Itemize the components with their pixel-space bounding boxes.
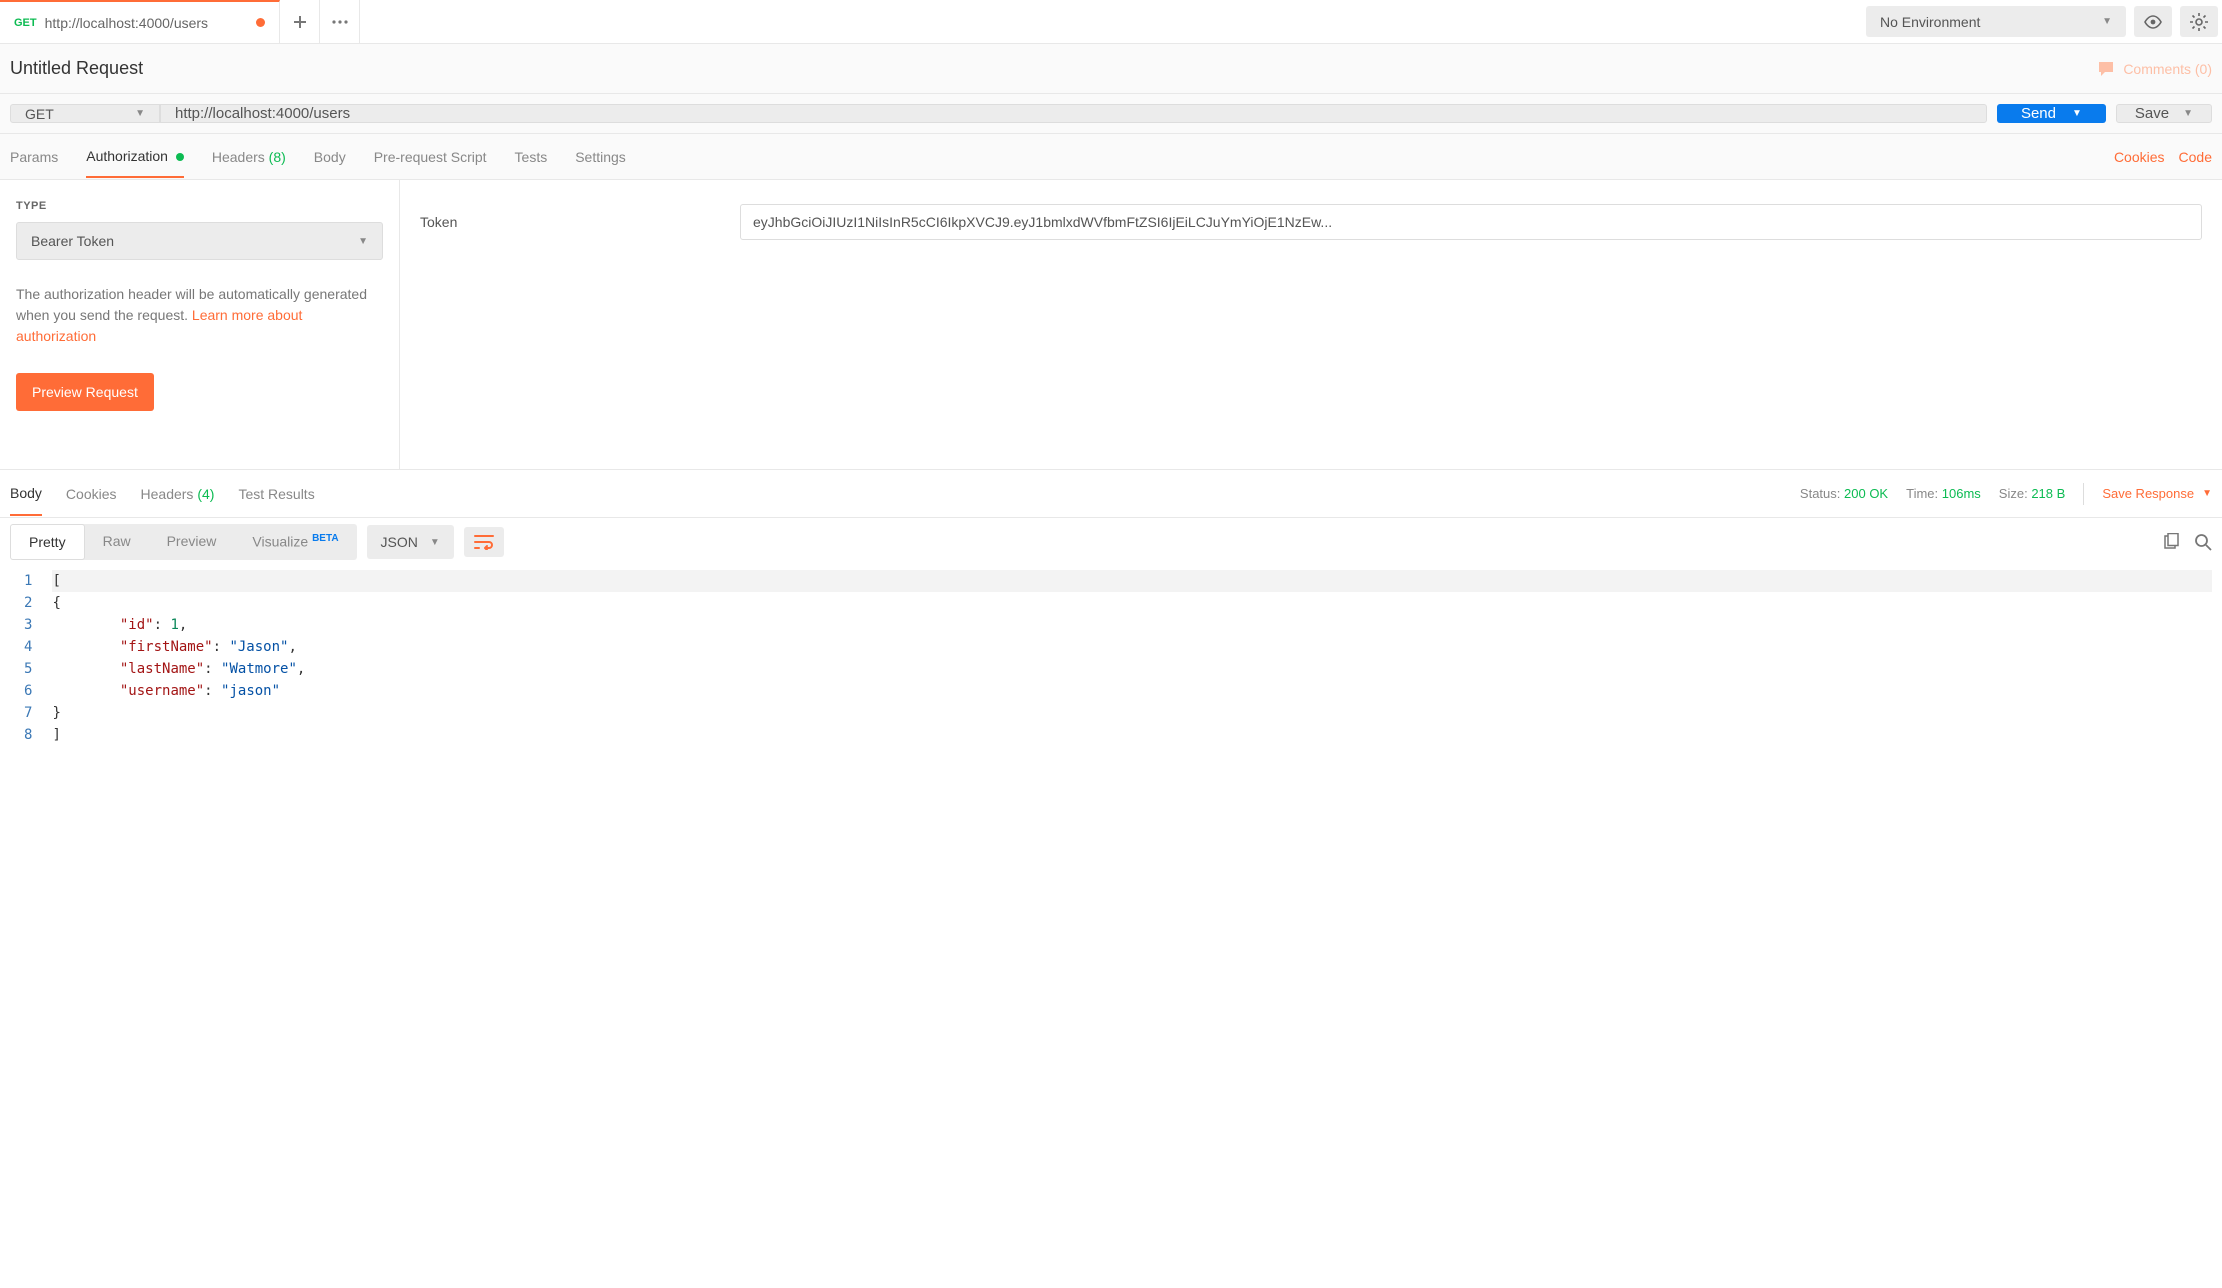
environment-select[interactable]: No Environment ▼ bbox=[1866, 6, 2126, 37]
chevron-down-icon: ▼ bbox=[2202, 488, 2212, 499]
time-value: 106ms bbox=[1942, 486, 1981, 501]
request-title: Untitled Request bbox=[10, 58, 143, 79]
chevron-down-icon: ▼ bbox=[358, 236, 368, 247]
tab-tests[interactable]: Tests bbox=[515, 137, 548, 177]
comments-button[interactable]: Comments (0) bbox=[2097, 60, 2212, 78]
gear-icon bbox=[2189, 12, 2209, 32]
auth-description: The authorization header will be automat… bbox=[16, 284, 383, 347]
response-tabs: Body Cookies Headers (4) Test Results St… bbox=[0, 470, 2222, 518]
tab-body[interactable]: Body bbox=[314, 137, 346, 177]
response-body[interactable]: 1 2 3 4 5 6 7 8 [ { "id": 1, "firstName"… bbox=[0, 566, 2222, 750]
body-format-select[interactable]: JSON ▼ bbox=[367, 525, 454, 559]
method-select[interactable]: GET ▼ bbox=[10, 104, 160, 123]
environment-label: No Environment bbox=[1880, 14, 1980, 30]
chevron-down-icon: ▼ bbox=[135, 108, 145, 119]
search-icon bbox=[2194, 533, 2212, 551]
view-tab-raw[interactable]: Raw bbox=[85, 524, 149, 560]
status-value: 200 OK bbox=[1844, 486, 1888, 501]
tab-prerequest[interactable]: Pre-request Script bbox=[374, 137, 487, 177]
token-input[interactable]: eyJhbGciOiJIUzI1NiIsInR5cCI6IkpXVCJ9.eyJ… bbox=[740, 204, 2202, 240]
settings-button[interactable] bbox=[2180, 6, 2218, 37]
request-tabs: Params Authorization Headers (8) Body Pr… bbox=[0, 134, 2222, 180]
auth-panel: TYPE Bearer Token ▼ The authorization he… bbox=[0, 180, 2222, 470]
resp-tab-cookies[interactable]: Cookies bbox=[66, 473, 117, 515]
ellipsis-icon bbox=[331, 14, 349, 30]
send-button[interactable]: Send ▼ bbox=[1997, 104, 2106, 123]
send-label: Send bbox=[2021, 105, 2056, 122]
method-value: GET bbox=[25, 106, 54, 122]
preview-request-button[interactable]: Preview Request bbox=[16, 373, 154, 411]
view-tab-visualize[interactable]: Visualize BETA bbox=[234, 524, 356, 560]
comments-label: Comments (0) bbox=[2123, 61, 2212, 77]
auth-type-label: TYPE bbox=[16, 200, 383, 212]
tab-params[interactable]: Params bbox=[10, 137, 58, 177]
copy-icon bbox=[2162, 533, 2180, 551]
chevron-down-icon: ▼ bbox=[2183, 108, 2193, 119]
top-tab-bar: GET http://localhost:4000/users No Envir… bbox=[0, 0, 2222, 44]
search-button[interactable] bbox=[2194, 533, 2212, 551]
save-response-button[interactable]: Save Response ▼ bbox=[2102, 486, 2212, 501]
save-label: Save bbox=[2135, 105, 2169, 122]
chevron-down-icon: ▼ bbox=[2072, 108, 2082, 119]
cookies-link[interactable]: Cookies bbox=[2114, 149, 2165, 165]
tab-settings[interactable]: Settings bbox=[575, 137, 626, 177]
tab-method: GET bbox=[14, 17, 37, 29]
plus-icon bbox=[292, 14, 308, 30]
auth-type-value: Bearer Token bbox=[31, 233, 114, 249]
resp-tab-body[interactable]: Body bbox=[10, 472, 42, 516]
tab-options-button[interactable] bbox=[320, 0, 360, 43]
code-lines: [ { "id": 1, "firstName": "Jason", "last… bbox=[52, 570, 2222, 746]
request-tab[interactable]: GET http://localhost:4000/users bbox=[0, 0, 280, 43]
auth-type-select[interactable]: Bearer Token ▼ bbox=[16, 222, 383, 260]
view-tab-preview[interactable]: Preview bbox=[149, 524, 235, 560]
body-view-row: Pretty Raw Preview Visualize BETA JSON ▼ bbox=[0, 518, 2222, 566]
chevron-down-icon: ▼ bbox=[2102, 16, 2112, 27]
resp-tab-tests[interactable]: Test Results bbox=[238, 473, 314, 515]
view-mode-tabs: Pretty Raw Preview Visualize BETA bbox=[10, 524, 357, 560]
url-input[interactable]: http://localhost:4000/users bbox=[160, 104, 1987, 123]
copy-button[interactable] bbox=[2162, 533, 2180, 551]
comment-icon bbox=[2097, 60, 2115, 78]
response-meta: Status: 200 OK Time: 106ms Size: 218 B S… bbox=[1800, 483, 2212, 505]
tab-headers[interactable]: Headers (8) bbox=[212, 137, 286, 177]
token-label: Token bbox=[420, 214, 700, 230]
resp-tab-headers[interactable]: Headers (4) bbox=[141, 473, 215, 515]
auth-right-panel: Token eyJhbGciOiJIUzI1NiIsInR5cCI6IkpXVC… bbox=[400, 180, 2222, 469]
tab-authorization[interactable]: Authorization bbox=[86, 136, 184, 178]
wrap-icon bbox=[474, 534, 494, 550]
view-tab-pretty[interactable]: Pretty bbox=[10, 524, 85, 560]
auth-left-panel: TYPE Bearer Token ▼ The authorization he… bbox=[0, 180, 400, 469]
wrap-lines-button[interactable] bbox=[464, 527, 504, 557]
url-value: http://localhost:4000/users bbox=[175, 105, 350, 122]
chevron-down-icon: ▼ bbox=[430, 537, 440, 548]
beta-badge: BETA bbox=[312, 533, 338, 544]
url-row: GET ▼ http://localhost:4000/users Send ▼… bbox=[0, 94, 2222, 134]
token-row: Token eyJhbGciOiJIUzI1NiIsInR5cCI6IkpXVC… bbox=[420, 204, 2202, 240]
active-dot-icon bbox=[176, 153, 184, 161]
unsaved-dot-icon bbox=[256, 18, 265, 27]
save-button[interactable]: Save ▼ bbox=[2116, 104, 2212, 123]
tab-title: http://localhost:4000/users bbox=[45, 15, 208, 31]
eye-icon bbox=[2143, 12, 2163, 32]
environment-quicklook-button[interactable] bbox=[2134, 6, 2172, 37]
size-value: 218 B bbox=[2031, 486, 2065, 501]
code-link[interactable]: Code bbox=[2179, 149, 2212, 165]
request-title-row: Untitled Request Comments (0) bbox=[0, 44, 2222, 94]
line-gutter: 1 2 3 4 5 6 7 8 bbox=[0, 570, 52, 746]
new-tab-button[interactable] bbox=[280, 0, 320, 43]
